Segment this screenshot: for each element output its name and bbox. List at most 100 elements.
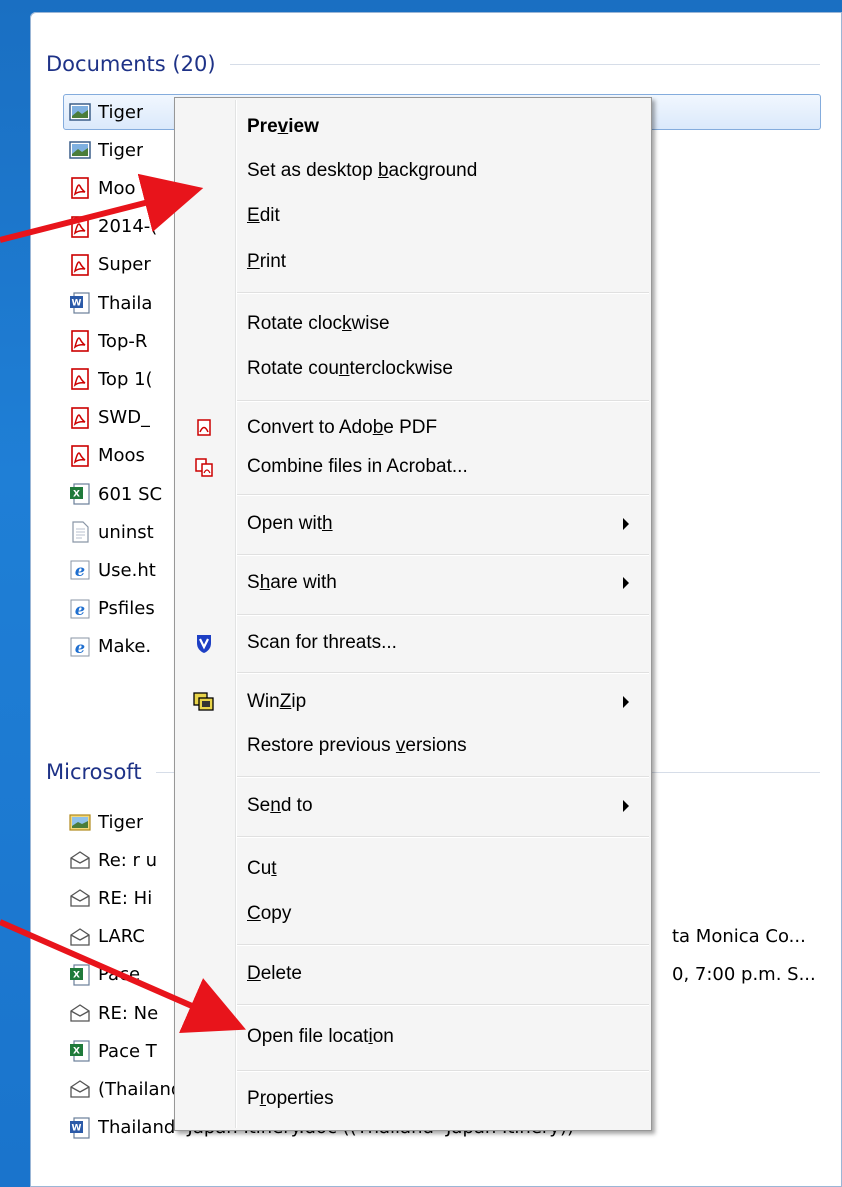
menu-accelerator: h: [259, 572, 271, 593]
menu-label-text: operties: [266, 1088, 334, 1109]
menu-label-text: dit: [259, 205, 280, 226]
menu-separator: [237, 776, 649, 778]
menu-accelerator: v: [395, 735, 406, 756]
menu-accelerator: n: [338, 358, 350, 379]
svg-text:X: X: [73, 1047, 80, 1057]
submenu-arrow-icon: [623, 518, 629, 530]
menu-item-scan-for-threats[interactable]: Scan for threats...: [175, 622, 651, 664]
email-envelope-icon: [68, 848, 92, 872]
menu-item-combine-files[interactable]: Combine files in Acrobat...: [175, 446, 651, 488]
menu-item-delete[interactable]: Delete: [175, 953, 651, 995]
context-menu: Preview Set as desktop background Edit P…: [174, 97, 652, 1131]
menu-label-text: d to: [280, 795, 313, 816]
documents-header-label: Documents (20): [46, 52, 216, 76]
result-name: Tiger: [98, 101, 144, 123]
menu-accelerator: n: [270, 795, 281, 816]
result-name: Tiger: [98, 139, 144, 161]
result-name: LARC: [98, 926, 145, 948]
result-name: Top-R: [98, 330, 148, 352]
menu-separator: [237, 672, 649, 674]
menu-item-convert-to-pdf[interactable]: Convert to Adobe PDF: [175, 407, 651, 449]
menu-item-label: Rotate clockwise: [247, 313, 390, 335]
menu-label-text: Se: [247, 795, 271, 816]
email-envelope-icon: [68, 1077, 92, 1101]
menu-item-label: Share with: [247, 572, 337, 594]
menu-item-label: Edit: [247, 205, 280, 227]
winzip-icon: [191, 689, 217, 715]
pdf-file-icon: [68, 367, 92, 391]
result-name: Make.: [98, 636, 152, 658]
menu-label-text: are with: [270, 572, 337, 593]
result-name: 601 SC: [98, 483, 163, 505]
menu-item-label: Rotate counterclockwise: [247, 358, 453, 380]
menu-item-label: Open file location: [247, 1026, 394, 1048]
menu-item-copy[interactable]: Copy: [175, 893, 651, 935]
menu-item-properties[interactable]: Properties: [175, 1078, 651, 1120]
pdf-file-icon: [68, 329, 92, 353]
pdf-file-icon: [68, 253, 92, 277]
svg-text:W: W: [72, 299, 82, 309]
pdf-convert-icon: [191, 415, 217, 441]
result-name: Thaila: [98, 292, 153, 314]
result-name: Re: r u: [98, 849, 158, 871]
result-name: Top 1(: [98, 368, 153, 390]
menu-item-label: Convert to Adobe PDF: [247, 417, 437, 439]
email-envelope-icon: [68, 886, 92, 910]
menu-label-text: Convert to Ado: [247, 417, 373, 438]
menu-accelerator: E: [247, 205, 260, 226]
menu-item-set-desktop-background[interactable]: Set as desktop background: [175, 150, 651, 192]
menu-item-edit[interactable]: Edit: [175, 195, 651, 237]
result-name: Moos: [98, 445, 145, 467]
menu-item-label: Copy: [247, 903, 291, 925]
menu-label-text: Rotate cloc: [247, 313, 343, 334]
menu-item-open-with[interactable]: Open with: [175, 503, 651, 545]
submenu-arrow-icon: [623, 577, 629, 589]
submenu-arrow-icon: [623, 696, 629, 708]
menu-label-text: Open file locat: [247, 1026, 369, 1047]
menu-item-winzip[interactable]: WinZip: [175, 681, 651, 723]
result-name: RE: Hi: [98, 887, 153, 909]
svg-text:X: X: [73, 490, 80, 500]
menu-item-label: Open with: [247, 513, 333, 535]
excel-file-icon: X: [68, 1039, 92, 1063]
menu-accelerator: Z: [279, 691, 292, 712]
result-name: Psfiles: [98, 598, 155, 620]
menu-accelerator: h: [321, 513, 333, 534]
menu-item-preview[interactable]: Preview: [175, 106, 651, 148]
menu-separator: [237, 944, 649, 946]
menu-item-rotate-clockwise[interactable]: Rotate clockwise: [175, 303, 651, 345]
svg-text:X: X: [73, 970, 80, 980]
menu-item-cut[interactable]: Cut: [175, 848, 651, 890]
svg-text:e: e: [75, 600, 85, 619]
menu-label-text: S: [247, 572, 260, 593]
menu-label-text: ip: [291, 691, 307, 712]
image-file-icon: [68, 100, 92, 124]
menu-item-rotate-counterclockwise[interactable]: Rotate counterclockwise: [175, 348, 651, 390]
email-envelope-icon: [68, 1001, 92, 1025]
menu-item-print[interactable]: Print: [175, 241, 651, 283]
menu-item-send-to[interactable]: Send to: [175, 785, 651, 827]
menu-label-text: wise: [351, 313, 390, 334]
menu-item-open-file-location[interactable]: Open file location: [175, 1016, 651, 1058]
text-file-icon: [68, 520, 92, 544]
result-name: 2014-(: [98, 216, 158, 238]
result-name: uninst: [98, 521, 154, 543]
menu-label-text: Set as desktop: [247, 160, 378, 181]
menu-label-text: Rotate cou: [247, 358, 339, 379]
result-name: Moo: [98, 177, 136, 199]
pdf-file-icon: [68, 406, 92, 430]
svg-text:e: e: [75, 638, 85, 657]
menu-item-label: Cut: [247, 858, 277, 880]
menu-separator: [237, 554, 649, 556]
result-name: Pace: [98, 964, 141, 986]
menu-item-label: Scan for threats...: [247, 632, 397, 654]
menu-label-text: e PDF: [383, 417, 438, 438]
internet-explorer-icon: e: [68, 597, 92, 621]
menu-accelerator: D: [247, 963, 261, 984]
menu-label-text: Pre: [247, 116, 278, 137]
menu-item-share-with[interactable]: Share with: [175, 562, 651, 604]
image-attachment-icon: [68, 810, 92, 834]
menu-label-text: Combine files in Acrobat...: [247, 456, 468, 477]
pdf-file-icon: [68, 176, 92, 200]
menu-item-restore-previous-versions[interactable]: Restore previous versions: [175, 725, 651, 767]
